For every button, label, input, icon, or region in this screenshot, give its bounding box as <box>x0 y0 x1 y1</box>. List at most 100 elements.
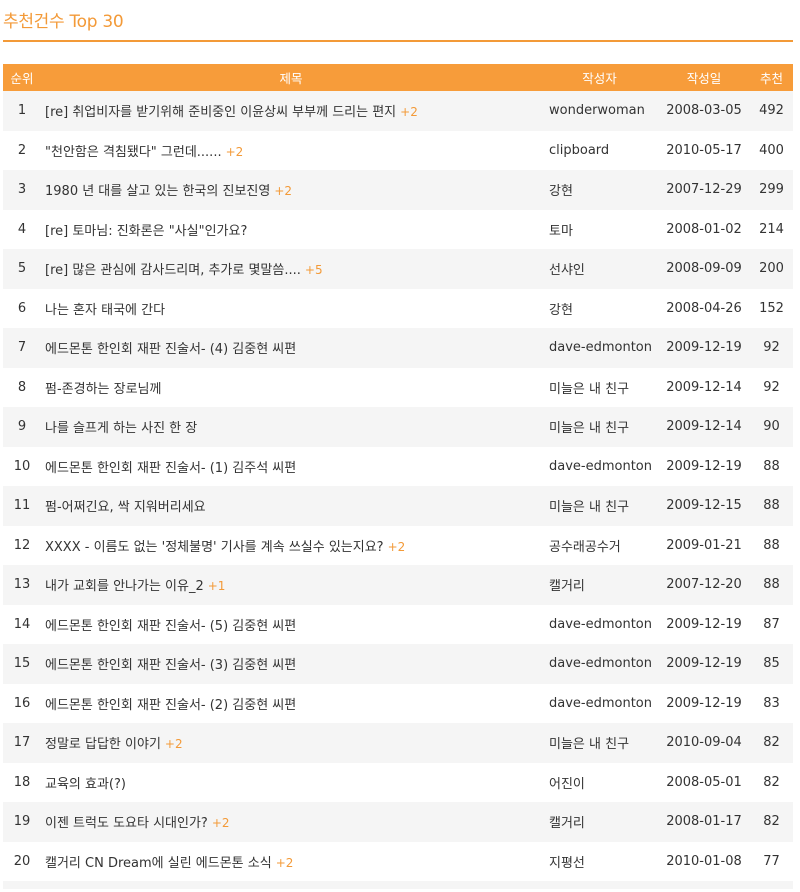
header-recommend: 추천 <box>750 64 793 91</box>
row-date: 2009-12-19 <box>658 446 750 486</box>
row-recommend-count: 83 <box>750 683 793 723</box>
row-title-cell: 나를 슬프게 하는 사진 한 장 <box>41 407 541 447</box>
row-rank: 15 <box>3 644 41 684</box>
comment-count-badge[interactable]: +2 <box>400 105 418 119</box>
row-recommend-count: 200 <box>750 249 793 289</box>
post-title-link[interactable]: 이젠 트럭도 도요타 시대인가? <box>45 816 208 831</box>
table-row: 1 [re] 취업비자를 받기위해 준비중인 이윤상씨 부부께 드리는 편지 +2 w… <box>3 91 793 131</box>
row-recommend-count: 88 <box>750 525 793 565</box>
row-recommend-count: 492 <box>750 91 793 131</box>
row-rank: 3 <box>3 170 41 210</box>
ranking-table: 순위 제목 작성자 작성일 추천 1 [re] 취업비자를 받기위해 준비중인 이… <box>3 64 793 889</box>
row-title-cell: 에드몬톤 한인회 재판 진술서- (3) 김중현 씨편 <box>41 644 541 684</box>
post-title-link[interactable]: 교육의 효과(?) <box>45 777 126 792</box>
row-author: dave-edmonton <box>541 644 658 684</box>
row-recommend-count: 214 <box>750 209 793 249</box>
table-row: 19 이젠 트럭도 도요타 시대인가? +2 캘거리 2008-01-17 82 <box>3 802 793 842</box>
post-title-link[interactable]: 에드몬톤 한인회 재판 진술서- (1) 김주석 씨편 <box>45 461 296 476</box>
row-author: 캘거리 <box>541 565 658 605</box>
row-rank: 7 <box>3 328 41 368</box>
row-date: 2009-12-14 <box>658 367 750 407</box>
row-author: clipboard <box>541 130 658 170</box>
post-title-link[interactable]: 에드몬톤 한인회 재판 진술서- (3) 김중현 씨편 <box>45 658 296 673</box>
title-divider <box>3 40 793 42</box>
row-date: 2007-12-20 <box>658 565 750 605</box>
post-title-link[interactable]: 펌-존경하는 장로님께 <box>45 382 161 397</box>
row-date: 2010-01-08 <box>658 841 750 881</box>
comment-count-badge[interactable]: +2 <box>274 184 292 198</box>
post-title-link[interactable]: 1980 년 대를 살고 있는 한국의 진보진영 <box>45 184 270 199</box>
table-row-partial <box>3 881 793 889</box>
row-date: 2008-01-02 <box>658 209 750 249</box>
row-rank: 8 <box>3 367 41 407</box>
row-title-cell: 펌-존경하는 장로님께 <box>41 367 541 407</box>
row-recommend-count: 77 <box>750 841 793 881</box>
row-date: 2009-12-19 <box>658 644 750 684</box>
post-title-link[interactable]: 나를 슬프게 하는 사진 한 장 <box>45 421 197 436</box>
row-rank: 10 <box>3 446 41 486</box>
comment-count-badge[interactable]: +2 <box>388 540 406 554</box>
post-title-link[interactable]: 나는 혼자 태국에 간다 <box>45 303 165 318</box>
table-row: 3 1980 년 대를 살고 있는 한국의 진보진영 +2 강현 2007-12-29 2… <box>3 170 793 210</box>
table-header-row: 순위 제목 작성자 작성일 추천 <box>3 64 793 91</box>
table-row: 9 나를 슬프게 하는 사진 한 장 미늘은 내 친구 2009-12-14 90 <box>3 407 793 447</box>
table-body: 1 [re] 취업비자를 받기위해 준비중인 이윤상씨 부부께 드리는 편지 +2 w… <box>3 91 793 889</box>
row-date: 2009-12-19 <box>658 328 750 368</box>
post-title-link[interactable]: [re] 토마님: 진화론은 "사실"인가요? <box>45 224 247 239</box>
row-recommend-count: 88 <box>750 446 793 486</box>
post-title-link[interactable]: 에드몬톤 한인회 재판 진술서- (4) 김중현 씨편 <box>45 342 296 357</box>
post-title-link[interactable]: 에드몬톤 한인회 재판 진술서- (2) 김중현 씨편 <box>45 698 296 713</box>
row-title-cell: "천안함은 격침됐다" 그런데...... +2 <box>41 130 541 170</box>
header-title: 제목 <box>41 64 541 91</box>
row-date: 2009-12-19 <box>658 604 750 644</box>
header-rank: 순위 <box>3 64 41 91</box>
table-row: 13 내가 교회를 안나가는 이유_2 +1 캘거리 2007-12-20 88 <box>3 565 793 605</box>
post-title-link[interactable]: 캘거리 CN Dream에 실린 에드몬톤 소식 <box>45 856 272 871</box>
table-row: 15 에드몬톤 한인회 재판 진술서- (3) 김중현 씨편 dave-edmont… <box>3 644 793 684</box>
table-row: 17 정말로 답답한 이야기 +2 미늘은 내 친구 2010-09-04 82 <box>3 723 793 763</box>
row-date: 2007-12-29 <box>658 170 750 210</box>
row-recommend-count: 400 <box>750 130 793 170</box>
post-title-link[interactable]: XXXX - 이름도 없는 '정체불명' 기사를 계속 쓰실수 있는지요? <box>45 540 384 555</box>
comment-count-badge[interactable]: +1 <box>208 579 226 593</box>
comment-count-badge[interactable]: +2 <box>165 737 183 751</box>
row-author: 미늘은 내 친구 <box>541 486 658 526</box>
row-author: 공수래공수거 <box>541 525 658 565</box>
post-title-link[interactable]: 에드몬톤 한인회 재판 진술서- (5) 김중현 씨편 <box>45 619 296 634</box>
row-title-cell: 이젠 트럭도 도요타 시대인가? +2 <box>41 802 541 842</box>
row-title-cell: 에드몬톤 한인회 재판 진술서- (4) 김중현 씨편 <box>41 328 541 368</box>
row-author: 미늘은 내 친구 <box>541 407 658 447</box>
comment-count-badge[interactable]: +2 <box>212 816 230 830</box>
row-title-cell: [re] 토마님: 진화론은 "사실"인가요? <box>41 209 541 249</box>
row-rank: 5 <box>3 249 41 289</box>
post-title-link[interactable]: 정말로 답답한 이야기 <box>45 737 161 752</box>
row-rank: 17 <box>3 723 41 763</box>
comment-count-badge[interactable]: +2 <box>226 145 244 159</box>
row-rank: 9 <box>3 407 41 447</box>
row-title-cell: 내가 교회를 안나가는 이유_2 +1 <box>41 565 541 605</box>
row-recommend-count: 88 <box>750 565 793 605</box>
row-author: 미늘은 내 친구 <box>541 723 658 763</box>
table-row: 4 [re] 토마님: 진화론은 "사실"인가요? 토마 2008-01-02 214 <box>3 209 793 249</box>
row-recommend-count: 92 <box>750 367 793 407</box>
row-rank: 19 <box>3 802 41 842</box>
comment-count-badge[interactable]: +5 <box>305 263 323 277</box>
row-title-cell: 1980 년 대를 살고 있는 한국의 진보진영 +2 <box>41 170 541 210</box>
table-row: 20 캘거리 CN Dream에 실린 에드몬톤 소식 +2 지평선 2010-01-0… <box>3 841 793 881</box>
comment-count-badge[interactable]: +2 <box>276 856 294 870</box>
row-rank: 18 <box>3 762 41 802</box>
post-title-link[interactable]: [re] 취업비자를 받기위해 준비중인 이윤상씨 부부께 드리는 편지 <box>45 105 396 120</box>
row-date: 2009-12-14 <box>658 407 750 447</box>
post-title-link[interactable]: "천안함은 격침됐다" 그런데...... <box>45 145 222 160</box>
table-row: 5 [re] 많은 관심에 감사드리며, 추가로 몇말씀.... +5 선샤인 2008… <box>3 249 793 289</box>
row-title-cell: [re] 많은 관심에 감사드리며, 추가로 몇말씀.... +5 <box>41 249 541 289</box>
row-rank: 20 <box>3 841 41 881</box>
row-title-cell: 에드몬톤 한인회 재판 진술서- (2) 김중현 씨편 <box>41 683 541 723</box>
table-row: 12 XXXX - 이름도 없는 '정체불명' 기사를 계속 쓰실수 있는지요? +… <box>3 525 793 565</box>
row-date: 2009-01-21 <box>658 525 750 565</box>
row-title-cell: [re] 취업비자를 받기위해 준비중인 이윤상씨 부부께 드리는 편지 +2 <box>41 91 541 131</box>
post-title-link[interactable]: 내가 교회를 안나가는 이유_2 <box>45 579 204 594</box>
post-title-link[interactable]: 펌-어쩌긴요, 싹 지워버리세요 <box>45 500 206 515</box>
row-recommend-count: 90 <box>750 407 793 447</box>
post-title-link[interactable]: [re] 많은 관심에 감사드리며, 추가로 몇말씀.... <box>45 263 301 278</box>
